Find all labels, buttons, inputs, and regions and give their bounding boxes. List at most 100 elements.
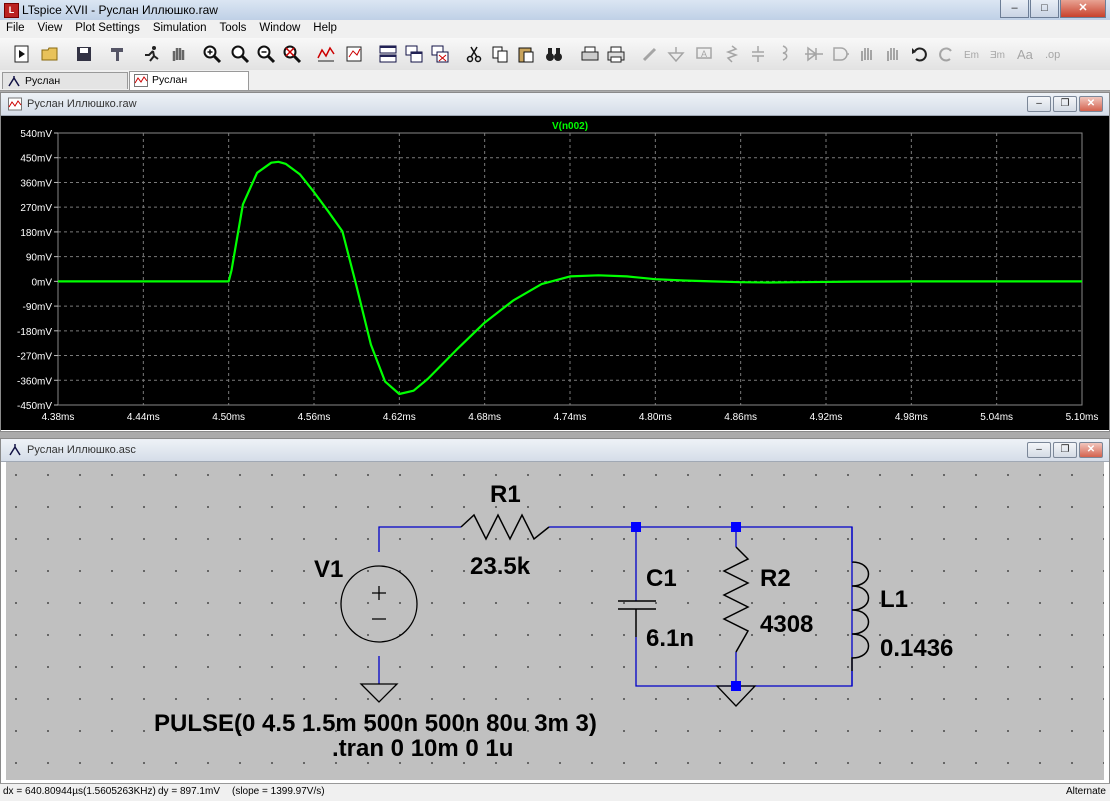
x-tick-label: 4.44ms xyxy=(127,412,160,423)
r2-name[interactable]: R2 xyxy=(760,565,791,592)
plot-window-title: Руслан Иллюшко.raw xyxy=(27,98,137,110)
l1-name[interactable]: L1 xyxy=(880,586,908,613)
print-icon[interactable] xyxy=(606,44,626,64)
status-bar: dx = 640.80944µs(1.5605263KHz) dy = 897.… xyxy=(0,783,1110,801)
window-title: LTspice XVII - Руслан Иллюшко.raw xyxy=(22,3,218,17)
menu-view[interactable]: View xyxy=(32,20,70,38)
tile-horizontal-icon[interactable] xyxy=(378,44,398,64)
maximize-button[interactable]: □ xyxy=(1030,0,1059,18)
schematic-window-header: Руслан Иллюшко.asc – ❐ ✕ xyxy=(1,439,1109,462)
autorange-icon[interactable] xyxy=(316,44,336,64)
text-icon[interactable]: Aa xyxy=(1016,44,1036,64)
status-slope: (slope = 1399.97V/s) xyxy=(232,786,325,797)
drag-hand-icon[interactable] xyxy=(882,44,902,64)
plot-restore-button[interactable]: ❐ xyxy=(1053,96,1077,112)
inductor-l1[interactable] xyxy=(851,561,870,671)
resistor-r1[interactable] xyxy=(460,513,550,541)
v1-name[interactable]: V1 xyxy=(314,556,343,583)
run-simulation-icon[interactable] xyxy=(142,44,162,64)
x-tick-label: 4.62ms xyxy=(383,412,416,423)
x-tick-label: 4.98ms xyxy=(895,412,928,423)
menu-window[interactable]: Window xyxy=(253,20,307,38)
cascade-windows-icon[interactable] xyxy=(404,44,424,64)
x-tick-label: 4.74ms xyxy=(554,412,587,423)
wire-v1-top[interactable] xyxy=(378,526,461,552)
menu-help[interactable]: Help xyxy=(307,20,344,38)
r2-value[interactable]: 4308 xyxy=(760,611,813,638)
y-tick-label: 180mV xyxy=(20,228,52,239)
voltage-source-v1[interactable] xyxy=(340,565,418,643)
schematic-canvas[interactable]: R1 23.5k V1 C1 6.1n R2 4308 L1 0.1436 PU… xyxy=(6,462,1104,780)
paste-icon[interactable] xyxy=(516,44,536,64)
y-tick-label: 540mV xyxy=(20,129,52,140)
new-schematic-icon[interactable] xyxy=(12,44,32,64)
waveform-icon xyxy=(134,74,148,87)
svg-text:A: A xyxy=(701,49,707,59)
schematic-close-button[interactable]: ✕ xyxy=(1079,442,1103,458)
svg-text:.op: .op xyxy=(1045,49,1060,61)
undo-icon[interactable] xyxy=(910,44,930,64)
menu-plot-settings[interactable]: Plot Settings xyxy=(69,20,147,38)
capacitor-icon[interactable] xyxy=(748,44,768,64)
l1-value[interactable]: 0.1436 xyxy=(880,635,953,662)
waveform-plot[interactable]: 540mV 450mV 360mV 270mV 180mV 90mV 0mV -90mV -18… xyxy=(1,116,1109,430)
minimize-button[interactable]: – xyxy=(1000,0,1029,18)
open-folder-icon[interactable] xyxy=(40,44,60,64)
zoom-full-icon[interactable] xyxy=(282,44,302,64)
status-dy: dy = 897.1mV xyxy=(158,786,220,797)
schematic-minimize-button[interactable]: – xyxy=(1027,442,1051,458)
ltspice-app-icon: L xyxy=(4,3,19,18)
ground-icon[interactable] xyxy=(666,44,686,64)
control-panel-hammer-icon[interactable] xyxy=(108,44,128,64)
r1-value[interactable]: 23.5k xyxy=(470,553,531,580)
tab-schematic[interactable]: Руслан Иллюшко.asc xyxy=(2,72,128,104)
move-hand-icon[interactable] xyxy=(856,44,876,64)
plot-minimize-button[interactable]: – xyxy=(1027,96,1051,112)
zoom-in-icon[interactable] xyxy=(202,44,222,64)
find-binoculars-icon[interactable] xyxy=(544,44,564,64)
y-tick-label: -180mV xyxy=(17,327,52,338)
r1-name[interactable]: R1 xyxy=(490,481,521,508)
halt-hand-icon[interactable] xyxy=(168,44,188,64)
v1-pulse-spec[interactable]: PULSE(0 4.5 1.5m 500n 500n 80u 3m 3) xyxy=(154,710,597,737)
resistor-r2[interactable] xyxy=(722,546,750,653)
label-net-icon[interactable]: A xyxy=(694,44,714,64)
tab-waveform[interactable]: Руслан Иллюшко.raw xyxy=(129,71,249,103)
schematic-restore-button[interactable]: ❐ xyxy=(1053,442,1077,458)
menu-file[interactable]: File xyxy=(0,20,32,38)
status-mode: Alternate xyxy=(1065,786,1106,797)
c1-name[interactable]: C1 xyxy=(646,565,677,592)
redo-icon[interactable] xyxy=(936,44,956,64)
junction-node-2 xyxy=(731,522,741,532)
y-tick-label: 450mV xyxy=(20,154,52,165)
x-tick-label: 4.80ms xyxy=(639,412,672,423)
spice-directive-icon[interactable]: .op xyxy=(1044,44,1064,64)
y-tick-label: -450mV xyxy=(17,401,52,412)
rotate-icon[interactable]: Em xyxy=(962,44,982,64)
schematic-window: Руслан Иллюшко.asc – ❐ ✕ R1 23.5k V1 C1 … xyxy=(0,438,1110,785)
mirror-icon[interactable]: Ǝm xyxy=(988,44,1008,64)
plot-area[interactable]: 540mV 450mV 360mV 270mV 180mV 90mV 0mV -90mV -18… xyxy=(1,116,1109,430)
c1-value[interactable]: 6.1n xyxy=(646,625,694,652)
component-icon[interactable] xyxy=(830,44,850,64)
resistor-icon[interactable] xyxy=(722,44,742,64)
trace-label[interactable]: V(n002) xyxy=(552,121,588,132)
inductor-icon[interactable] xyxy=(774,44,794,64)
tran-directive[interactable]: .tran 0 10m 0 1u xyxy=(332,735,513,762)
title-bar: L LTspice XVII - Руслан Иллюшко.raw – □ … xyxy=(0,0,1110,21)
zoom-out-icon[interactable] xyxy=(256,44,276,64)
wire-r1-right[interactable] xyxy=(549,526,853,687)
plot-close-button[interactable]: ✕ xyxy=(1079,96,1103,112)
cut-icon[interactable] xyxy=(464,44,484,64)
close-button[interactable]: ✕ xyxy=(1060,0,1106,18)
pan-icon[interactable] xyxy=(230,44,250,64)
diode-icon[interactable] xyxy=(804,44,824,64)
print-preview-icon[interactable] xyxy=(580,44,600,64)
draw-wire-pencil-icon[interactable] xyxy=(640,44,660,64)
menu-tools[interactable]: Tools xyxy=(214,20,254,38)
copy-icon[interactable] xyxy=(490,44,510,64)
close-windows-icon[interactable] xyxy=(430,44,450,64)
menu-simulation[interactable]: Simulation xyxy=(147,20,214,38)
save-icon[interactable] xyxy=(74,44,94,64)
plot-settings-icon[interactable] xyxy=(344,44,364,64)
